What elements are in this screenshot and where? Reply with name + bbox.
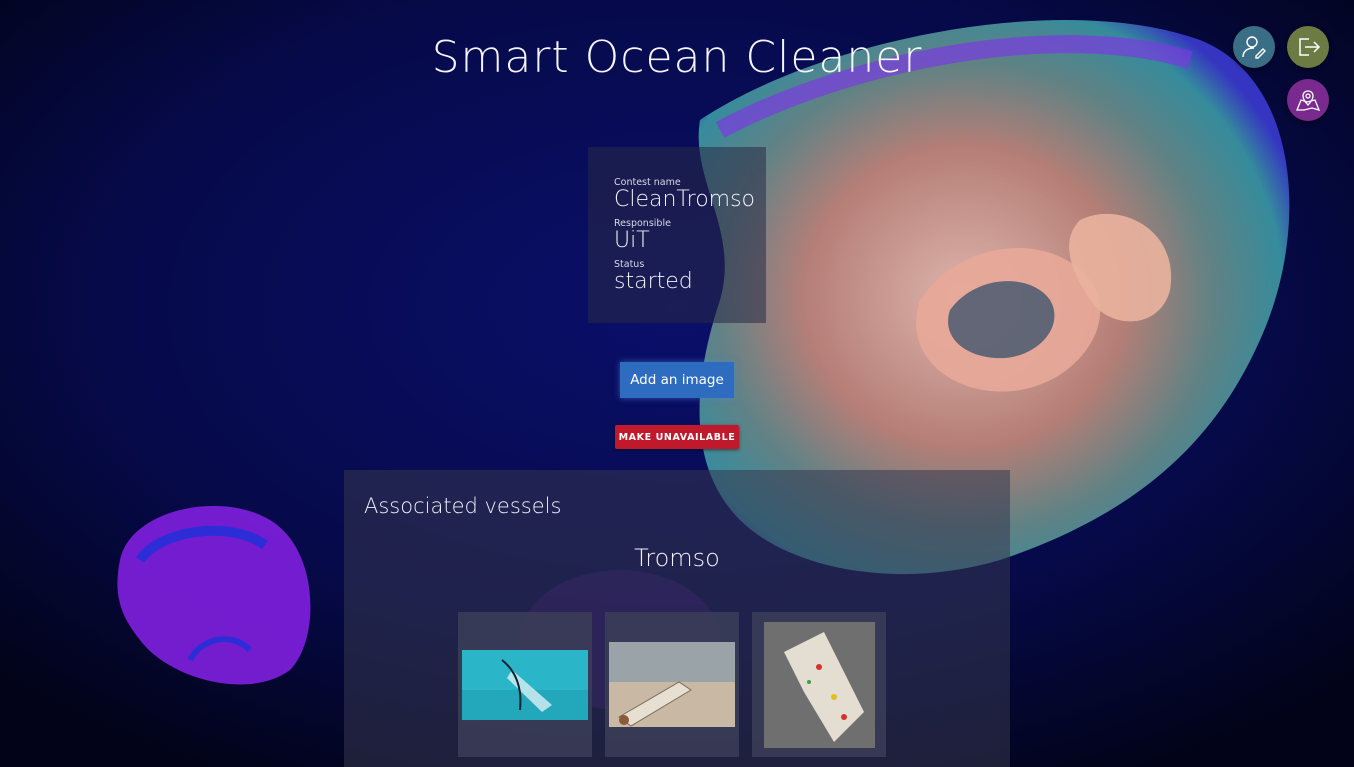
responsible-value: UiT: [614, 228, 650, 253]
vessel-name: Tromso: [634, 544, 720, 572]
logout-button[interactable]: [1287, 26, 1329, 68]
contest-name-value: CleanTromso: [614, 187, 756, 212]
vessel-image-thumbnail[interactable]: [605, 612, 739, 757]
add-image-button[interactable]: Add an image: [620, 362, 734, 398]
vessels-section-title: Associated vessels: [364, 494, 562, 518]
plastic-bottle-underwater-image: [462, 649, 588, 720]
make-unavailable-button[interactable]: MAKE UNAVAILABLE: [615, 425, 739, 449]
status-value: started: [614, 269, 693, 294]
page-title: Smart Ocean Cleaner: [431, 32, 923, 83]
map-button[interactable]: [1287, 79, 1329, 121]
edit-profile-button[interactable]: [1233, 26, 1275, 68]
plastic-wrapper-sand-image: [763, 621, 875, 748]
plastic-bottle-beach-image: [609, 642, 735, 727]
map-icon: [1296, 90, 1321, 111]
vessel-image-thumbnail[interactable]: [458, 612, 592, 757]
vessel-image-thumbnail[interactable]: [752, 612, 886, 757]
contest-info-card: Contest name CleanTromso Responsible UiT…: [588, 147, 766, 323]
associated-vessels-panel: Associated vessels Tromso: [344, 470, 1010, 767]
logout-icon: [1299, 38, 1321, 56]
edit-profile-icon: [1242, 36, 1266, 59]
